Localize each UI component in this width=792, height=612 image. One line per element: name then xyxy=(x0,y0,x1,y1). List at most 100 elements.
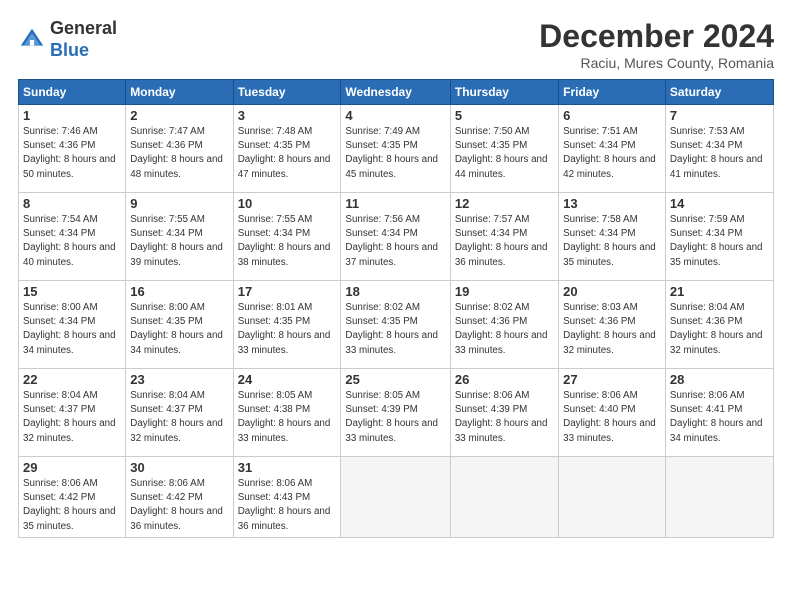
day-info: Sunrise: 8:04 AMSunset: 4:37 PMDaylight:… xyxy=(130,390,223,444)
calendar-cell xyxy=(341,457,450,538)
day-info: Sunrise: 7:51 AMSunset: 4:34 PMDaylight:… xyxy=(563,126,656,180)
day-number: 14 xyxy=(670,196,769,211)
day-info: Sunrise: 8:02 AMSunset: 4:36 PMDaylight:… xyxy=(455,302,548,356)
calendar-cell: 24 Sunrise: 8:05 AMSunset: 4:38 PMDaylig… xyxy=(233,369,341,457)
calendar-cell: 17 Sunrise: 8:01 AMSunset: 4:35 PMDaylig… xyxy=(233,281,341,369)
weekday-header-saturday: Saturday xyxy=(665,80,773,105)
calendar-cell: 10 Sunrise: 7:55 AMSunset: 4:34 PMDaylig… xyxy=(233,193,341,281)
day-info: Sunrise: 8:05 AMSunset: 4:39 PMDaylight:… xyxy=(345,390,438,444)
day-info: Sunrise: 8:06 AMSunset: 4:42 PMDaylight:… xyxy=(23,478,116,532)
calendar-cell: 15 Sunrise: 8:00 AMSunset: 4:34 PMDaylig… xyxy=(19,281,126,369)
month-title: December 2024 xyxy=(539,18,774,55)
day-number: 29 xyxy=(23,460,121,475)
day-number: 28 xyxy=(670,372,769,387)
calendar-cell: 13 Sunrise: 7:58 AMSunset: 4:34 PMDaylig… xyxy=(559,193,666,281)
page: General Blue December 2024 Raciu, Mures … xyxy=(0,0,792,612)
weekday-header-tuesday: Tuesday xyxy=(233,80,341,105)
day-number: 11 xyxy=(345,196,445,211)
location-title: Raciu, Mures County, Romania xyxy=(539,55,774,71)
day-info: Sunrise: 8:04 AMSunset: 4:37 PMDaylight:… xyxy=(23,390,116,444)
calendar-cell: 21 Sunrise: 8:04 AMSunset: 4:36 PMDaylig… xyxy=(665,281,773,369)
day-info: Sunrise: 8:00 AMSunset: 4:34 PMDaylight:… xyxy=(23,302,116,356)
day-number: 15 xyxy=(23,284,121,299)
day-info: Sunrise: 7:55 AMSunset: 4:34 PMDaylight:… xyxy=(130,214,223,268)
calendar-cell: 29 Sunrise: 8:06 AMSunset: 4:42 PMDaylig… xyxy=(19,457,126,538)
day-number: 8 xyxy=(23,196,121,211)
day-number: 20 xyxy=(563,284,661,299)
calendar-cell: 14 Sunrise: 7:59 AMSunset: 4:34 PMDaylig… xyxy=(665,193,773,281)
day-info: Sunrise: 7:55 AMSunset: 4:34 PMDaylight:… xyxy=(238,214,331,268)
day-info: Sunrise: 8:02 AMSunset: 4:35 PMDaylight:… xyxy=(345,302,438,356)
day-info: Sunrise: 7:47 AMSunset: 4:36 PMDaylight:… xyxy=(130,126,223,180)
day-info: Sunrise: 7:54 AMSunset: 4:34 PMDaylight:… xyxy=(23,214,116,268)
calendar: SundayMondayTuesdayWednesdayThursdayFrid… xyxy=(18,79,774,538)
calendar-cell: 9 Sunrise: 7:55 AMSunset: 4:34 PMDayligh… xyxy=(126,193,233,281)
day-number: 6 xyxy=(563,108,661,123)
day-number: 24 xyxy=(238,372,337,387)
calendar-cell: 28 Sunrise: 8:06 AMSunset: 4:41 PMDaylig… xyxy=(665,369,773,457)
day-info: Sunrise: 7:56 AMSunset: 4:34 PMDaylight:… xyxy=(345,214,438,268)
calendar-cell: 30 Sunrise: 8:06 AMSunset: 4:42 PMDaylig… xyxy=(126,457,233,538)
calendar-cell xyxy=(559,457,666,538)
day-number: 9 xyxy=(130,196,228,211)
day-number: 1 xyxy=(23,108,121,123)
day-number: 23 xyxy=(130,372,228,387)
calendar-cell: 1 Sunrise: 7:46 AMSunset: 4:36 PMDayligh… xyxy=(19,105,126,193)
logo-text: General Blue xyxy=(50,18,117,61)
calendar-cell: 22 Sunrise: 8:04 AMSunset: 4:37 PMDaylig… xyxy=(19,369,126,457)
day-number: 7 xyxy=(670,108,769,123)
day-number: 30 xyxy=(130,460,228,475)
calendar-cell: 3 Sunrise: 7:48 AMSunset: 4:35 PMDayligh… xyxy=(233,105,341,193)
weekday-header-sunday: Sunday xyxy=(19,80,126,105)
calendar-cell: 18 Sunrise: 8:02 AMSunset: 4:35 PMDaylig… xyxy=(341,281,450,369)
day-info: Sunrise: 7:48 AMSunset: 4:35 PMDaylight:… xyxy=(238,126,331,180)
day-info: Sunrise: 8:01 AMSunset: 4:35 PMDaylight:… xyxy=(238,302,331,356)
day-info: Sunrise: 8:06 AMSunset: 4:41 PMDaylight:… xyxy=(670,390,763,444)
day-info: Sunrise: 7:57 AMSunset: 4:34 PMDaylight:… xyxy=(455,214,548,268)
day-number: 27 xyxy=(563,372,661,387)
day-number: 12 xyxy=(455,196,554,211)
day-number: 17 xyxy=(238,284,337,299)
calendar-cell: 11 Sunrise: 7:56 AMSunset: 4:34 PMDaylig… xyxy=(341,193,450,281)
day-info: Sunrise: 8:06 AMSunset: 4:43 PMDaylight:… xyxy=(238,478,331,532)
day-number: 19 xyxy=(455,284,554,299)
day-info: Sunrise: 7:53 AMSunset: 4:34 PMDaylight:… xyxy=(670,126,763,180)
day-number: 2 xyxy=(130,108,228,123)
calendar-cell: 27 Sunrise: 8:06 AMSunset: 4:40 PMDaylig… xyxy=(559,369,666,457)
weekday-header-monday: Monday xyxy=(126,80,233,105)
day-info: Sunrise: 8:04 AMSunset: 4:36 PMDaylight:… xyxy=(670,302,763,356)
calendar-cell: 12 Sunrise: 7:57 AMSunset: 4:34 PMDaylig… xyxy=(450,193,558,281)
day-number: 4 xyxy=(345,108,445,123)
day-number: 16 xyxy=(130,284,228,299)
day-info: Sunrise: 7:58 AMSunset: 4:34 PMDaylight:… xyxy=(563,214,656,268)
calendar-cell xyxy=(450,457,558,538)
day-info: Sunrise: 8:03 AMSunset: 4:36 PMDaylight:… xyxy=(563,302,656,356)
day-number: 31 xyxy=(238,460,337,475)
logo: General Blue xyxy=(18,18,117,61)
calendar-cell xyxy=(665,457,773,538)
day-info: Sunrise: 8:05 AMSunset: 4:38 PMDaylight:… xyxy=(238,390,331,444)
calendar-cell: 26 Sunrise: 8:06 AMSunset: 4:39 PMDaylig… xyxy=(450,369,558,457)
day-number: 13 xyxy=(563,196,661,211)
calendar-cell: 25 Sunrise: 8:05 AMSunset: 4:39 PMDaylig… xyxy=(341,369,450,457)
calendar-cell: 2 Sunrise: 7:47 AMSunset: 4:36 PMDayligh… xyxy=(126,105,233,193)
day-info: Sunrise: 7:50 AMSunset: 4:35 PMDaylight:… xyxy=(455,126,548,180)
day-info: Sunrise: 7:49 AMSunset: 4:35 PMDaylight:… xyxy=(345,126,438,180)
calendar-cell: 7 Sunrise: 7:53 AMSunset: 4:34 PMDayligh… xyxy=(665,105,773,193)
day-number: 25 xyxy=(345,372,445,387)
day-number: 21 xyxy=(670,284,769,299)
day-info: Sunrise: 8:06 AMSunset: 4:40 PMDaylight:… xyxy=(563,390,656,444)
calendar-cell: 16 Sunrise: 8:00 AMSunset: 4:35 PMDaylig… xyxy=(126,281,233,369)
weekday-header-thursday: Thursday xyxy=(450,80,558,105)
day-number: 22 xyxy=(23,372,121,387)
day-info: Sunrise: 8:06 AMSunset: 4:39 PMDaylight:… xyxy=(455,390,548,444)
day-info: Sunrise: 7:59 AMSunset: 4:34 PMDaylight:… xyxy=(670,214,763,268)
calendar-cell: 19 Sunrise: 8:02 AMSunset: 4:36 PMDaylig… xyxy=(450,281,558,369)
day-number: 26 xyxy=(455,372,554,387)
day-info: Sunrise: 8:06 AMSunset: 4:42 PMDaylight:… xyxy=(130,478,223,532)
calendar-cell: 4 Sunrise: 7:49 AMSunset: 4:35 PMDayligh… xyxy=(341,105,450,193)
weekday-header-wednesday: Wednesday xyxy=(341,80,450,105)
weekday-header-friday: Friday xyxy=(559,80,666,105)
logo-icon xyxy=(18,26,46,54)
calendar-cell: 6 Sunrise: 7:51 AMSunset: 4:34 PMDayligh… xyxy=(559,105,666,193)
